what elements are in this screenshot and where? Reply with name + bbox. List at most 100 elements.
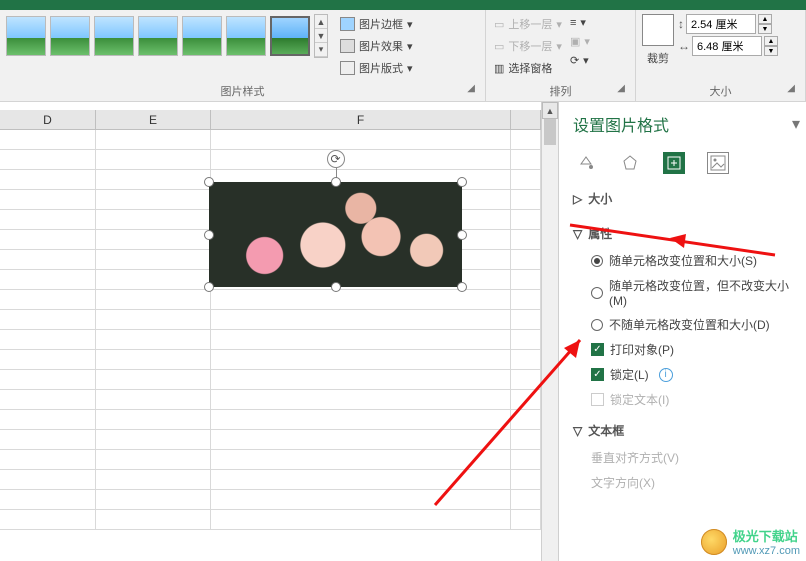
move-no-size-radio[interactable]: 随单元格改变位置，但不改变大小(M) — [591, 277, 800, 308]
watermark: 极光下载站 www.xz7.com — [701, 526, 800, 557]
bring-forward-button: ▭上移一层▾ — [492, 14, 564, 34]
properties-section-header[interactable]: ▽ 属性 — [573, 221, 800, 246]
scroll-up-button[interactable]: ▲ — [542, 102, 558, 119]
group-label: 排列◢ — [492, 81, 629, 99]
column-header[interactable]: F — [211, 110, 511, 130]
label: 下移一层 — [508, 38, 552, 54]
label: 上移一层 — [508, 16, 552, 32]
column-header[interactable] — [511, 110, 541, 130]
width-spinner[interactable]: ▲▼ — [764, 36, 778, 56]
resize-handle[interactable] — [204, 230, 214, 240]
style-preset[interactable] — [6, 16, 46, 56]
gallery-more[interactable]: ▲▼▾ — [314, 14, 328, 58]
size-properties-tab-icon[interactable] — [663, 152, 685, 174]
collapse-caret-icon: ▽ — [573, 424, 582, 438]
label: 锁定(L) — [610, 366, 649, 383]
worksheet-grid[interactable]: D E F ⟳ — [0, 102, 541, 561]
group-arrange: ▭上移一层▾ ▭下移一层▾ ▥选择窗格 ≡▾ ▣▾ ⟳▾ 排列◢ — [486, 10, 636, 101]
group-button: ▣▾ — [568, 33, 592, 50]
pane-menu-caret-icon[interactable]: ▾ — [792, 114, 800, 134]
vertical-align-field: 垂直对齐方式(V) — [591, 449, 800, 466]
group-picture-styles: ▲▼▾ 图片边框▾ 图片效果 ▾ 图片版式▾ 图片样式◢ — [0, 10, 486, 101]
send-backward-button: ▭下移一层▾ — [492, 36, 564, 56]
scroll-thumb[interactable] — [544, 119, 556, 145]
checkbox-icon — [591, 393, 604, 406]
style-preset[interactable] — [226, 16, 266, 56]
label: 图片版式 — [359, 60, 403, 76]
dialog-launcher[interactable]: ◢ — [617, 83, 625, 94]
picture-effects-button[interactable]: 图片效果 ▾ — [338, 36, 415, 56]
style-preset[interactable] — [138, 16, 178, 56]
locked-checkbox[interactable]: ✓ 锁定(L) i — [591, 366, 800, 383]
label: 图片效果 — [359, 38, 403, 54]
pane-title: 设置图片格式 ▾ — [573, 112, 800, 136]
fill-line-tab-icon[interactable] — [575, 152, 597, 174]
style-preset-selected[interactable] — [270, 16, 310, 56]
width-input[interactable]: 6.48 厘米 — [692, 36, 762, 56]
style-preset[interactable] — [50, 16, 90, 56]
watermark-logo-icon — [701, 529, 727, 555]
resize-handle[interactable] — [457, 177, 467, 187]
resize-handle[interactable] — [331, 282, 341, 292]
resize-handle[interactable] — [331, 177, 341, 187]
label: 选择窗格 — [508, 60, 552, 76]
picture-styles-gallery[interactable]: ▲▼▾ — [6, 14, 328, 58]
picture-content — [209, 182, 462, 287]
column-headers: D E F — [0, 110, 541, 130]
resize-handle[interactable] — [204, 177, 214, 187]
work-area: D E F ⟳ — [0, 102, 806, 561]
checkbox-icon: ✓ — [591, 368, 604, 381]
height-input[interactable]: 2.54 厘米 — [686, 14, 756, 34]
selected-picture[interactable]: ⟳ — [209, 182, 462, 287]
group-label: 大小◢ — [642, 81, 799, 99]
label: 锁定文本(I) — [610, 391, 669, 408]
dialog-launcher[interactable]: ◢ — [467, 83, 475, 94]
resize-handle[interactable] — [457, 282, 467, 292]
group-label: 图片样式◢ — [6, 81, 479, 99]
resize-handle[interactable] — [204, 282, 214, 292]
rotate-button[interactable]: ⟳▾ — [568, 52, 592, 69]
print-object-checkbox[interactable]: ✓ 打印对象(P) — [591, 341, 800, 358]
picture-layout-button[interactable]: 图片版式▾ — [338, 58, 415, 78]
collapse-caret-icon: ▽ — [573, 227, 582, 241]
style-preset[interactable] — [94, 16, 134, 56]
selection-pane-button[interactable]: ▥选择窗格 — [492, 58, 564, 78]
lock-text-checkbox: 锁定文本(I) — [591, 391, 800, 408]
bring-forward-icon: ▭ — [494, 18, 504, 31]
align-icon: ≡ — [570, 17, 576, 29]
label: 随单元格改变位置和大小(S) — [609, 252, 757, 269]
send-backward-icon: ▭ — [494, 40, 504, 53]
label: 属性 — [588, 225, 612, 242]
move-size-with-cells-radio[interactable]: 随单元格改变位置和大小(S) — [591, 252, 800, 269]
resize-handle[interactable] — [457, 230, 467, 240]
radio-icon — [591, 319, 603, 331]
dialog-launcher[interactable]: ◢ — [787, 83, 795, 94]
size-section-header[interactable]: ▷大小 — [573, 186, 800, 211]
properties-section: ▽ 属性 随单元格改变位置和大小(S) 随单元格改变位置，但不改变大小(M) 不随… — [573, 221, 800, 408]
height-spinner[interactable]: ▲▼ — [758, 14, 772, 34]
column-header[interactable]: E — [96, 110, 211, 130]
label: 图片边框 — [359, 16, 403, 32]
rotate-handle[interactable]: ⟳ — [327, 150, 345, 168]
effects-tab-icon[interactable] — [619, 152, 641, 174]
picture-tab-icon[interactable] — [707, 152, 729, 174]
dont-move-radio[interactable]: 不随单元格改变位置和大小(D) — [591, 316, 800, 333]
height-icon: ↕ — [678, 17, 684, 31]
ribbon: ▲▼▾ 图片边框▾ 图片效果 ▾ 图片版式▾ 图片样式◢ ▭ 上移一层 ▾ ▭ 下移一层… — [0, 10, 806, 102]
picture-border-button[interactable]: 图片边框▾ — [338, 14, 415, 34]
layout-icon — [340, 61, 355, 75]
pane-category-tabs — [573, 148, 800, 186]
style-preset[interactable] — [182, 16, 222, 56]
group-size: 裁剪 ↕ 2.54 厘米 ▲▼ ↔ 6.48 厘米 ▲▼ 大小◢ — [636, 10, 806, 101]
vertical-scrollbar[interactable]: ▲ — [541, 102, 558, 561]
label: 打印对象(P) — [610, 341, 674, 358]
label: 不随单元格改变位置和大小(D) — [609, 316, 770, 333]
size-section: ▷大小 — [573, 186, 800, 211]
info-icon[interactable]: i — [659, 368, 673, 382]
align-button[interactable]: ≡▾ — [568, 14, 592, 31]
textbox-section-header[interactable]: ▽文本框 — [573, 418, 800, 443]
checkbox-icon: ✓ — [591, 343, 604, 356]
dropdown-caret-icon: ▾ — [407, 40, 413, 53]
crop-button[interactable]: 裁剪 — [645, 48, 671, 68]
column-header[interactable]: D — [0, 110, 96, 130]
